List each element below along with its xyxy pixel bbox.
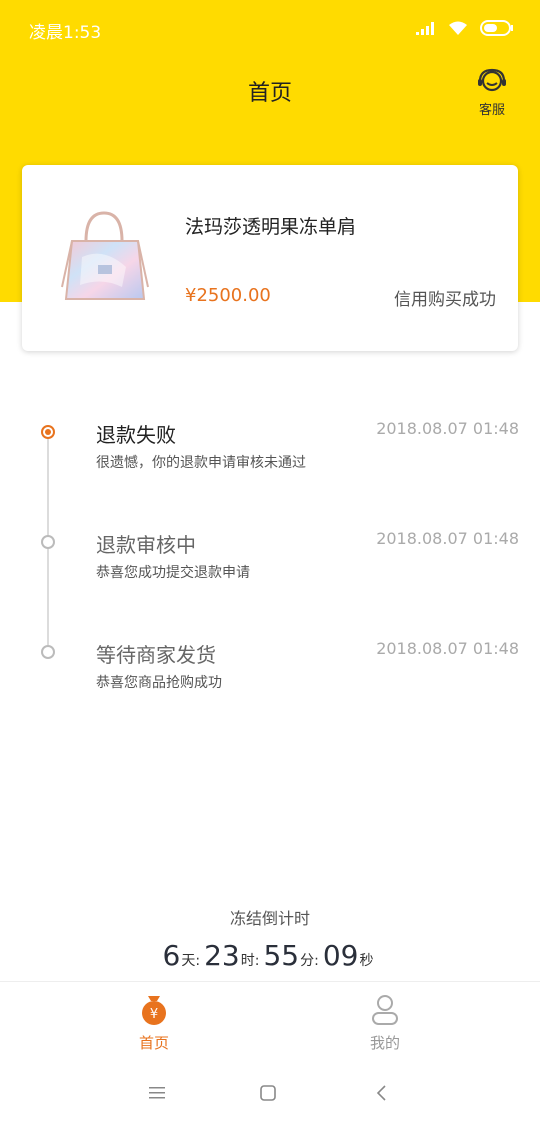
page-title: 首页 <box>247 81 292 106</box>
timeline-title: 退款失败 <box>96 423 176 447</box>
timeline-dot <box>41 645 55 659</box>
bottom-tab-bar: ¥ 首页 我的 <box>0 981 540 1061</box>
tab-home-label: 首页 <box>138 1034 169 1052</box>
countdown-minutes: 55 <box>263 939 300 972</box>
user-icon <box>372 995 398 1025</box>
countdown-seconds-unit: 秒 <box>359 953 374 969</box>
status-icons <box>416 18 514 38</box>
countdown-seconds: 09 <box>322 939 359 972</box>
timeline-time: 2018.08.07 01:48 <box>376 529 519 548</box>
product-price: ¥2500.00 <box>185 285 271 306</box>
home-square-icon[interactable] <box>258 1083 278 1103</box>
purchase-status: 信用购买成功 <box>394 290 496 310</box>
tab-home[interactable]: ¥ 首页 <box>124 992 184 1053</box>
tab-mine-label: 我的 <box>369 1034 400 1052</box>
menu-icon[interactable] <box>147 1083 167 1103</box>
tab-mine[interactable]: 我的 <box>355 992 415 1053</box>
countdown-days: 6 <box>162 939 181 972</box>
timeline-dot <box>41 535 55 549</box>
status-bar: 凌晨1:53 <box>0 0 540 58</box>
product-image <box>61 211 149 300</box>
customer-service-label: 客服 <box>478 103 505 118</box>
freeze-countdown: 冻结倒计时 6 天: 23 时: 55 分: 09 秒 <box>0 905 540 972</box>
timeline-desc: 恭喜您成功提交退款申请 <box>96 565 250 581</box>
timeline-title: 退款审核中 <box>96 533 196 557</box>
countdown-hours: 23 <box>204 939 240 972</box>
battery-icon <box>480 20 513 36</box>
timeline-dot-active <box>41 425 55 439</box>
headset-icon <box>478 68 506 92</box>
timeline-time: 2018.08.07 01:48 <box>376 639 519 658</box>
timeline-item: 等待商家发货 恭喜您商品抢购成功 2018.08.07 01:48 <box>0 622 540 702</box>
timeline-desc: 恭喜您商品抢购成功 <box>96 675 222 691</box>
signal-icon <box>416 22 434 35</box>
countdown-days-unit: 天: <box>181 953 201 969</box>
product-title: 法玛莎透明果冻单肩 <box>185 216 357 238</box>
countdown-minutes-unit: 分: <box>300 953 319 969</box>
svg-text:¥: ¥ <box>150 1007 158 1022</box>
product-card[interactable]: 法玛莎透明果冻单肩 ¥2500.00 信用购买成功 <box>22 165 518 351</box>
timeline-time: 2018.08.07 01:48 <box>376 419 519 438</box>
timeline-item: 退款审核中 恭喜您成功提交退款申请 2018.08.07 01:48 <box>0 512 540 592</box>
countdown-value: 6 天: 23 时: 55 分: 09 秒 <box>0 939 540 972</box>
wifi-icon <box>449 21 467 35</box>
customer-service-button[interactable]: 客服 <box>474 68 510 118</box>
countdown-label: 冻结倒计时 <box>229 909 310 928</box>
timeline-item: 退款失败 很遗憾，你的退款申请审核未通过 2018.08.07 01:48 <box>0 402 540 482</box>
back-icon[interactable] <box>372 1083 392 1103</box>
system-nav-bar <box>0 1062 540 1124</box>
timeline-desc: 很遗憾，你的退款申请审核未通过 <box>96 455 306 471</box>
money-bag-icon: ¥ <box>142 996 166 1025</box>
timeline-title: 等待商家发货 <box>96 643 216 667</box>
refund-timeline: 退款失败 很遗憾，你的退款申请审核未通过 2018.08.07 01:48 退款… <box>0 395 540 705</box>
countdown-hours-unit: 时: <box>240 953 260 969</box>
status-time: 凌晨1:53 <box>29 23 102 43</box>
